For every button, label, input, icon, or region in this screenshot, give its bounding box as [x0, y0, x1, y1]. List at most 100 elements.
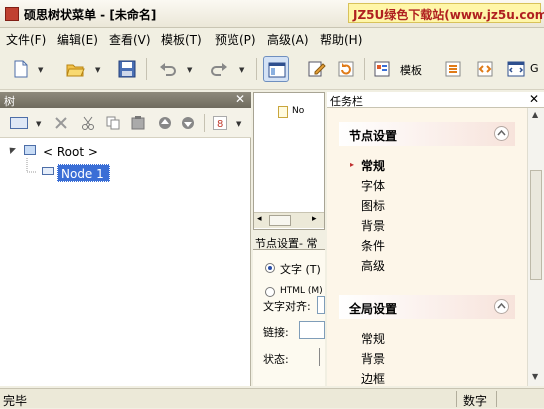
text-radio[interactable] [265, 263, 275, 273]
tab-node-settings[interactable]: 节点设置- 常 [255, 235, 317, 251]
scroll-up-icon[interactable]: ▲ [532, 110, 538, 119]
edit-button[interactable] [303, 56, 329, 82]
scroll-down-icon[interactable]: ▼ [532, 372, 538, 381]
new-file-icon [14, 60, 28, 78]
scroll-thumb[interactable] [530, 170, 542, 280]
link-input[interactable] [299, 321, 325, 339]
task-link-border[interactable]: 边框 [361, 370, 385, 386]
collapse-icon[interactable] [494, 126, 509, 141]
close-icon[interactable]: ✕ [529, 92, 539, 106]
scroll-left-icon[interactable]: ◂ [257, 214, 262, 224]
root-node-label[interactable]: < Root > [43, 145, 98, 159]
browser-window-icon [507, 61, 525, 77]
menu-bar: 文件(F) 编辑(E) 查看(V) 模板(T) 预览(P) 高级(A) 帮助(H… [0, 28, 544, 48]
new-button[interactable] [8, 56, 34, 82]
template-label[interactable]: 模板 [400, 62, 422, 78]
toolbar-overflow-label[interactable]: G [530, 62, 539, 75]
text-align-select[interactable] [317, 296, 325, 314]
properties-panel: 文字 (T) HTML (M) 文字对齐: 链接: 状态: [253, 250, 325, 386]
collapse-icon[interactable] [494, 299, 509, 314]
move-up-icon[interactable] [158, 116, 172, 130]
root-node-icon [24, 145, 36, 155]
layout-view-button[interactable] [263, 56, 289, 82]
paste-icon[interactable] [131, 116, 145, 130]
menu-help[interactable]: 帮助(H) [320, 31, 362, 48]
close-icon[interactable]: ✕ [235, 92, 245, 106]
file-list-panel[interactable]: No [253, 92, 325, 230]
task-pane-title: 任务栏 [330, 95, 363, 108]
new-dropdown-icon[interactable]: ▼ [38, 66, 43, 74]
copy-icon[interactable] [106, 116, 120, 130]
tree-toolbar: ▼ 8 ▼ [0, 108, 251, 138]
refresh-button[interactable] [333, 56, 359, 82]
undo-icon [160, 63, 176, 76]
undo-button[interactable] [155, 56, 181, 82]
menu-template[interactable]: 模板(T) [161, 31, 202, 48]
task-link-general[interactable]: 常规 [361, 157, 385, 174]
task-link-icon[interactable]: 图标 [361, 197, 385, 214]
tree-view[interactable]: < Root > [0, 138, 251, 386]
menu-edit[interactable]: 编辑(E) [57, 31, 98, 48]
link-label: 链接: [263, 326, 289, 339]
task-link-advanced[interactable]: 高级 [361, 257, 385, 274]
scroll-right-icon[interactable]: ▸ [312, 214, 317, 224]
task-pane-header: 任务栏 ✕ [327, 92, 544, 108]
scroll-thumb[interactable] [269, 215, 291, 226]
move-down-icon[interactable] [181, 116, 195, 130]
window-layout-icon [268, 62, 286, 78]
save-button[interactable] [114, 56, 140, 82]
insert-icon [445, 61, 461, 77]
menu-advanced[interactable]: 高级(A) [267, 31, 309, 48]
task-link-font[interactable]: 字体 [361, 177, 385, 194]
insert-button[interactable] [440, 56, 466, 82]
node-icon [42, 167, 54, 175]
horizontal-scrollbar[interactable]: ◂ ▸ [254, 212, 324, 228]
text-radio-label: 文字 (T) [280, 263, 321, 276]
task-link-global-background[interactable]: 背景 [361, 350, 385, 367]
node-style-icon[interactable]: 8 [213, 116, 227, 130]
add-node-icon[interactable] [10, 117, 28, 129]
group-title: 节点设置 [349, 129, 398, 143]
menu-view[interactable]: 查看(V) [109, 31, 151, 48]
browser-preview-button[interactable] [503, 56, 529, 82]
toolbar-separator [256, 58, 257, 80]
template-icon [374, 61, 390, 77]
state-label: 状态: [263, 353, 289, 366]
open-dropdown-icon[interactable]: ▼ [95, 66, 100, 74]
html-code-button[interactable] [472, 56, 498, 82]
undo-dropdown-icon[interactable]: ▼ [187, 66, 192, 74]
menu-file[interactable]: 文件(F) [6, 31, 46, 48]
caret-right-icon: ▸ [350, 160, 355, 169]
html-radio[interactable] [265, 287, 275, 297]
cut-icon[interactable] [81, 116, 95, 130]
file-name[interactable]: No [292, 106, 304, 116]
task-link-condition[interactable]: 条件 [361, 237, 385, 254]
node1-label: Node 1 [61, 167, 104, 181]
group-title: 全局设置 [349, 302, 398, 316]
vertical-scrollbar[interactable]: ▲ ▼ [527, 108, 544, 386]
group-global-settings[interactable]: 全局设置 [339, 295, 515, 319]
watermark-text: JZ5U绿色下载站(www.jz5u.com) [353, 8, 544, 22]
redo-dropdown-icon[interactable]: ▼ [239, 66, 244, 74]
tree-node-selected[interactable]: Node 1 [57, 164, 110, 182]
node-style-dropdown-icon[interactable]: ▼ [236, 120, 241, 128]
open-button[interactable] [62, 56, 88, 82]
floppy-disk-icon [118, 60, 136, 78]
group-node-settings[interactable]: 节点设置 [339, 122, 515, 146]
code-icon [477, 61, 493, 77]
task-link-global-general[interactable]: 常规 [361, 330, 385, 347]
delete-icon[interactable] [54, 116, 68, 130]
add-node-dropdown-icon[interactable]: ▼ [36, 120, 41, 128]
tree-panel-title: 树 [4, 95, 15, 108]
edit-page-icon [308, 61, 326, 77]
menu-preview[interactable]: 预览(P) [215, 31, 256, 48]
svg-text:8: 8 [217, 119, 223, 129]
status-extra [496, 391, 544, 407]
main-toolbar: ▼ ▼ ▼ ▼ 模板 G [0, 48, 544, 90]
folder-open-icon [66, 64, 85, 77]
redo-button[interactable] [206, 56, 232, 82]
app-icon [5, 7, 19, 21]
toolbar-separator [204, 114, 205, 132]
task-link-background[interactable]: 背景 [361, 217, 385, 234]
template-button[interactable] [370, 56, 396, 82]
